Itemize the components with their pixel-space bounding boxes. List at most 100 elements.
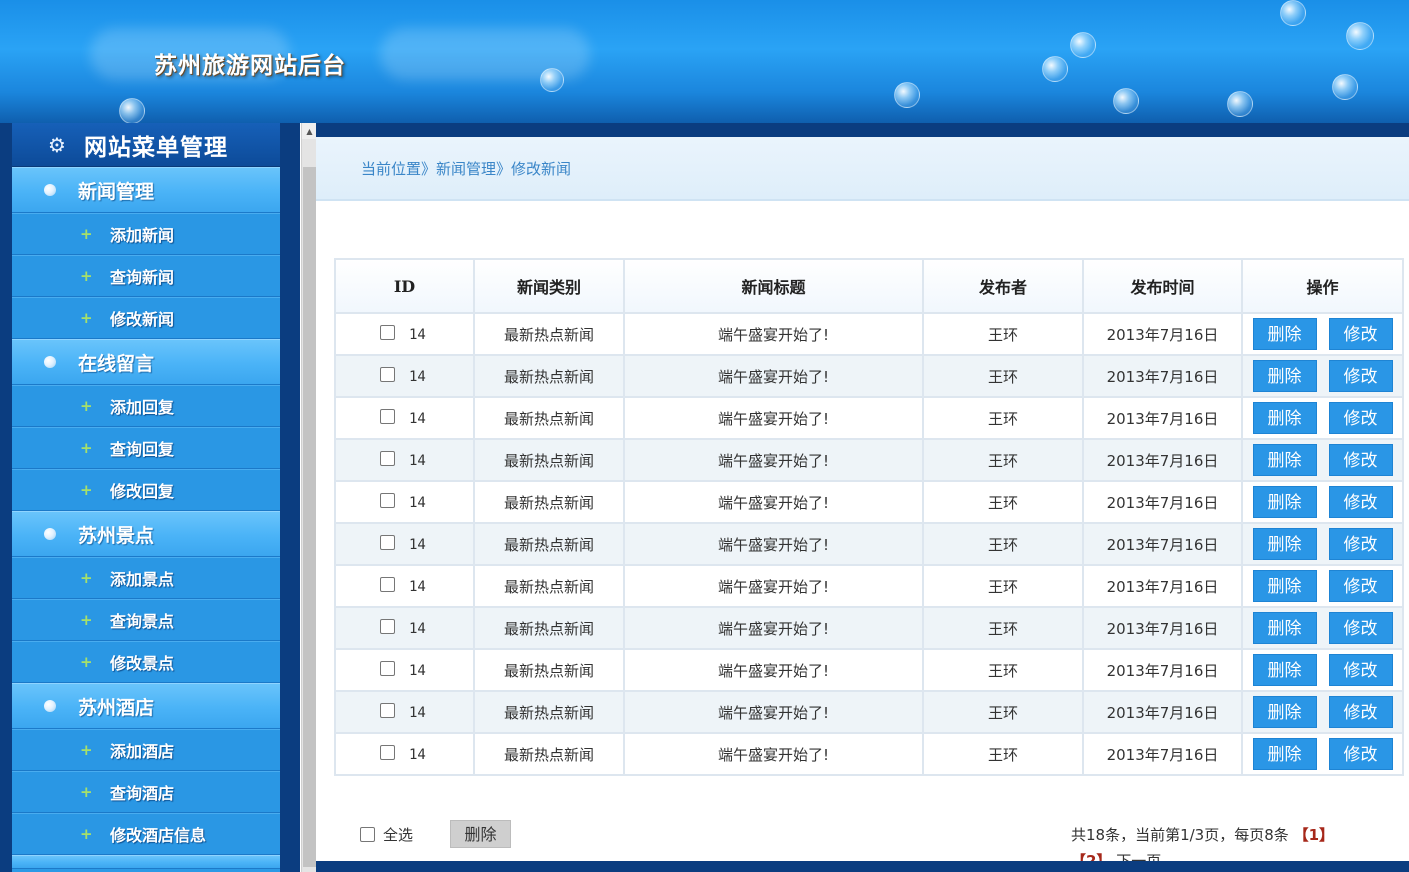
cell-category: 最新热点新闻: [473, 732, 625, 776]
cell-actions: 删除 修改: [1241, 354, 1404, 398]
cell-category: 最新热点新闻: [473, 690, 625, 734]
delete-button[interactable]: 删除: [1252, 654, 1317, 686]
sidebar-item-edit-news[interactable]: + 修改新闻: [12, 297, 280, 339]
sidebar-item-add-reply[interactable]: + 添加回复: [12, 385, 280, 427]
sidebar-item-edit-reply[interactable]: + 修改回复: [12, 469, 280, 511]
table-row: 14 最新热点新闻 端午盛宴开始了! 王环 2013年7月16日 删除 修改: [334, 690, 1404, 734]
edit-button[interactable]: 修改: [1328, 360, 1393, 392]
edit-button[interactable]: 修改: [1328, 528, 1393, 560]
plus-icon: +: [80, 825, 93, 843]
cell-title: 端午盛宴开始了!: [623, 564, 924, 608]
delete-button[interactable]: 删除: [1252, 696, 1317, 728]
delete-button[interactable]: 删除: [1252, 402, 1317, 434]
cell-author: 王环: [922, 354, 1084, 398]
edit-button[interactable]: 修改: [1328, 738, 1393, 770]
sidebar-group-label: 苏州景点: [78, 524, 155, 547]
bubble-decoration: [540, 68, 564, 92]
page-link-1[interactable]: 【1】: [1294, 826, 1334, 844]
delete-button[interactable]: 删除: [1252, 612, 1317, 644]
select-all-checkbox[interactable]: [360, 826, 375, 842]
plus-icon: +: [80, 481, 93, 499]
row-checkbox[interactable]: [380, 493, 395, 508]
row-checkbox[interactable]: [380, 619, 395, 634]
delete-button[interactable]: 删除: [1252, 318, 1317, 350]
sidebar-group-news[interactable]: 新闻管理: [12, 167, 280, 213]
sidebar-item-add-news[interactable]: + 添加新闻: [12, 213, 280, 255]
row-checkbox[interactable]: [380, 661, 395, 676]
cell-title: 端午盛宴开始了!: [623, 522, 924, 566]
sidebar-item-label: 查询回复: [110, 440, 175, 459]
cell-author: 王环: [922, 732, 1084, 776]
column-header-actions: 操作: [1241, 258, 1404, 314]
sidebar-group-attractions[interactable]: 苏州景点: [12, 511, 280, 557]
sidebar-item-query-reply[interactable]: + 查询回复: [12, 427, 280, 469]
edit-button[interactable]: 修改: [1328, 402, 1393, 434]
column-header-date: 发布时间: [1082, 258, 1243, 314]
cell-id: 14: [334, 522, 475, 566]
delete-button[interactable]: 删除: [1252, 570, 1317, 602]
edit-button[interactable]: 修改: [1328, 486, 1393, 518]
delete-button[interactable]: 删除: [1252, 360, 1317, 392]
row-id: 14: [409, 621, 426, 637]
cell-author: 王环: [922, 522, 1084, 566]
delete-button[interactable]: 删除: [1252, 528, 1317, 560]
sidebar-item-label: 添加新闻: [110, 226, 175, 245]
scrollbar-thumb[interactable]: [303, 167, 316, 867]
delete-button[interactable]: 删除: [1252, 486, 1317, 518]
edit-button[interactable]: 修改: [1328, 318, 1393, 350]
bubble-decoration: [1280, 0, 1306, 26]
delete-button[interactable]: 删除: [1252, 738, 1317, 770]
sidebar-item-add-attraction[interactable]: + 添加景点: [12, 557, 280, 599]
edit-button[interactable]: 修改: [1328, 612, 1393, 644]
table-row: 14 最新热点新闻 端午盛宴开始了! 王环 2013年7月16日 删除 修改: [334, 438, 1404, 482]
plus-icon: +: [80, 439, 93, 457]
row-checkbox[interactable]: [380, 703, 395, 718]
bulk-delete-button[interactable]: 删除: [450, 820, 511, 848]
breadcrumb-text: 当前位置》新闻管理》修改新闻: [361, 159, 572, 178]
cell-author: 王环: [922, 312, 1084, 356]
sidebar-item-label: 查询景点: [110, 612, 175, 631]
sidebar-item-add-hotel[interactable]: + 添加酒店: [12, 729, 280, 771]
edit-button[interactable]: 修改: [1328, 696, 1393, 728]
scroll-up-arrow-icon[interactable]: ▲: [302, 123, 317, 139]
table-header-row: ID 新闻类别 新闻标题 发布者 发布时间 操作: [334, 258, 1404, 314]
sidebar-item-query-news[interactable]: + 查询新闻: [12, 255, 280, 297]
sidebar-frame: ⚙ 网站菜单管理 新闻管理 + 添加新闻 + 查询新闻 + 修改新闻 在线留言 …: [0, 123, 300, 872]
cell-id: 14: [334, 354, 475, 398]
table-row: 14 最新热点新闻 端午盛宴开始了! 王环 2013年7月16日 删除 修改: [334, 564, 1404, 608]
table-row: 14 最新热点新闻 端午盛宴开始了! 王环 2013年7月16日 删除 修改: [334, 480, 1404, 524]
row-checkbox[interactable]: [380, 409, 395, 424]
edit-button[interactable]: 修改: [1328, 444, 1393, 476]
sidebar-scrollbar[interactable]: ▲: [301, 123, 317, 872]
edit-button[interactable]: 修改: [1328, 570, 1393, 602]
row-checkbox[interactable]: [380, 535, 395, 550]
plus-icon: +: [80, 397, 93, 415]
sidebar-item-label: 添加回复: [110, 398, 175, 417]
cell-date: 2013年7月16日: [1082, 438, 1243, 482]
bubble-decoration: [119, 98, 145, 123]
sidebar-group-messages[interactable]: 在线留言: [12, 339, 280, 385]
cell-title: 端午盛宴开始了!: [623, 438, 924, 482]
cell-id: 14: [334, 438, 475, 482]
row-checkbox[interactable]: [380, 451, 395, 466]
cell-author: 王环: [922, 648, 1084, 692]
cell-category: 最新热点新闻: [473, 606, 625, 650]
sidebar-group-label: 在线留言: [78, 352, 155, 375]
delete-button[interactable]: 删除: [1252, 444, 1317, 476]
edit-button[interactable]: 修改: [1328, 654, 1393, 686]
bubble-decoration: [1113, 88, 1139, 114]
row-checkbox[interactable]: [380, 325, 395, 340]
sidebar-item-label: 查询新闻: [110, 268, 175, 287]
sidebar-item-edit-attraction[interactable]: + 修改景点: [12, 641, 280, 683]
sidebar-item-query-hotel[interactable]: + 查询酒店: [12, 771, 280, 813]
row-checkbox[interactable]: [380, 577, 395, 592]
cell-id: 14: [334, 690, 475, 734]
sidebar-item-edit-hotel[interactable]: + 修改酒店信息: [12, 813, 280, 855]
cell-author: 王环: [922, 690, 1084, 734]
sidebar-item-query-attraction[interactable]: + 查询景点: [12, 599, 280, 641]
sidebar-group-hotels[interactable]: 苏州酒店: [12, 683, 280, 729]
gear-icon: ⚙: [48, 132, 66, 157]
row-checkbox[interactable]: [380, 367, 395, 382]
row-checkbox[interactable]: [380, 745, 395, 760]
sidebar-group-label: 苏州酒店: [78, 696, 155, 719]
